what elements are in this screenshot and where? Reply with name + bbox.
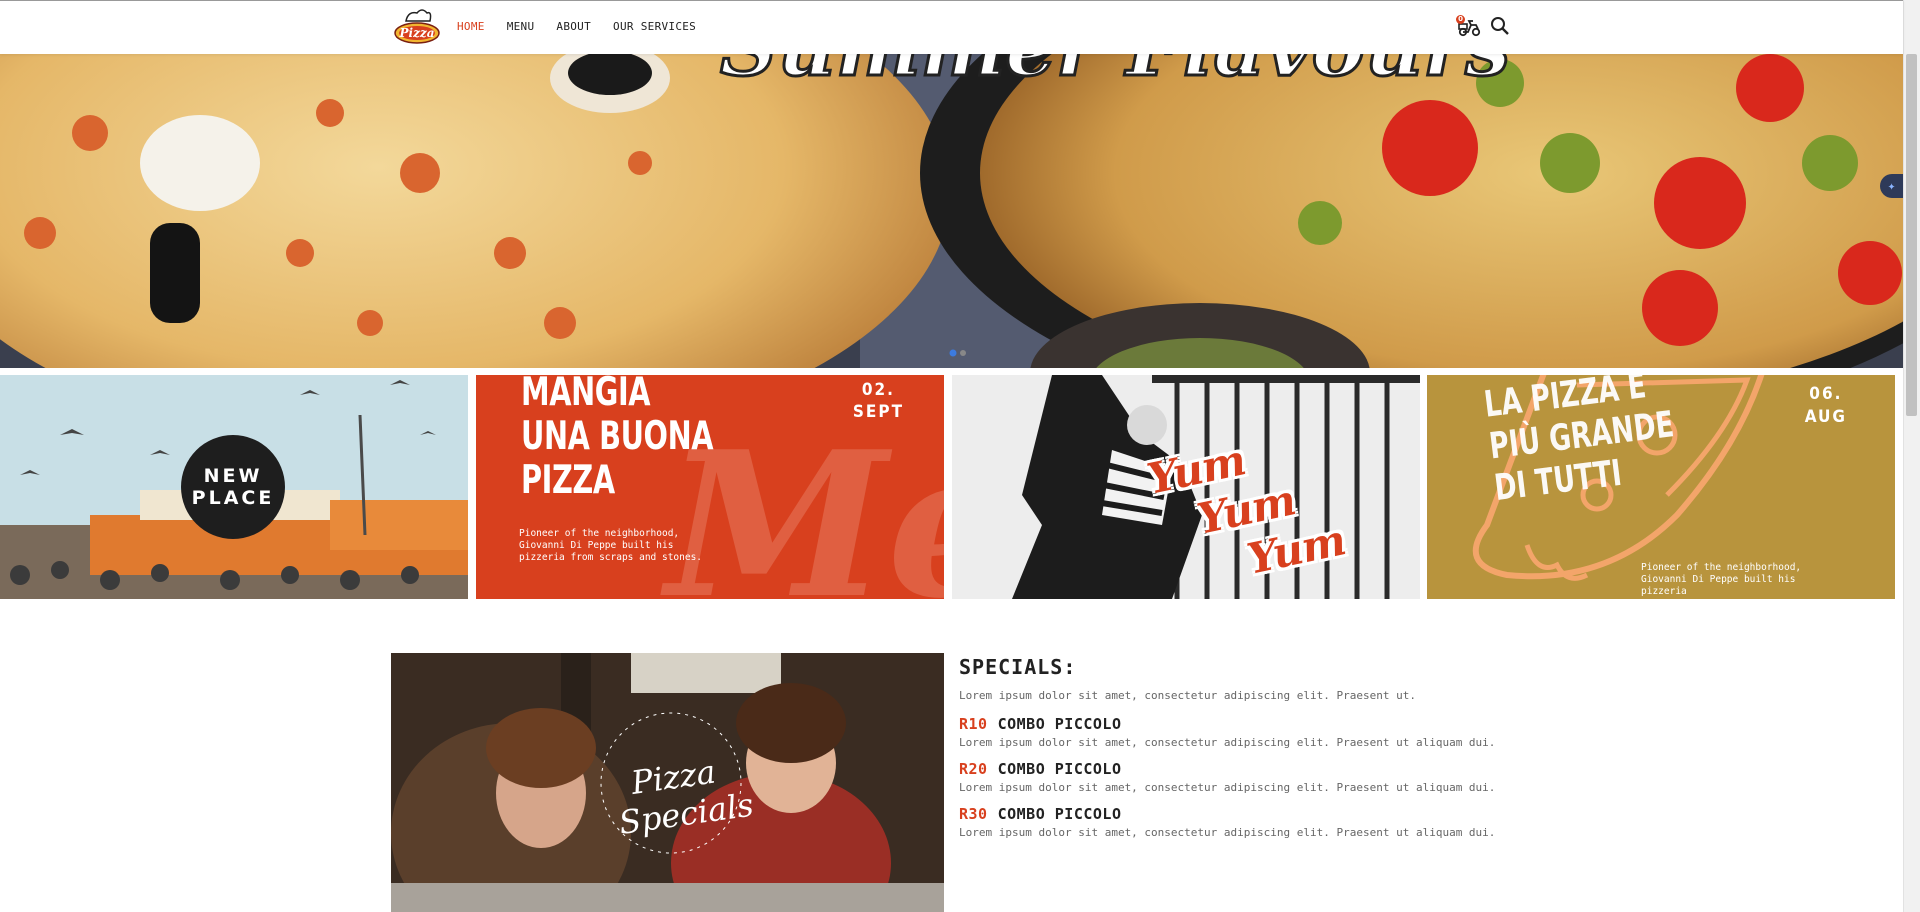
- pizza-logo-icon[interactable]: Pizza: [392, 5, 442, 49]
- special-desc: Lorem ipsum dolor sit amet, consectetur …: [959, 781, 1496, 794]
- main-nav: HOME MENU ABOUT OUR SERVICES: [457, 20, 718, 33]
- cart-count-badge: 0: [1456, 15, 1465, 24]
- svg-text:Pizza: Pizza: [399, 26, 435, 40]
- new-place-badge: NEW PLACE: [181, 435, 285, 539]
- specials-intro: Lorem ipsum dolor sit amet, consectetur …: [959, 689, 1416, 702]
- special-desc: Lorem ipsum dolor sit amet, consectetur …: [959, 736, 1496, 749]
- special-item: R30 COMBO PICCOLO Lorem ipsum dolor sit a…: [959, 804, 1659, 841]
- mangia-title-line3: PIZZA: [521, 458, 615, 503]
- mangia-title-line1: MANGIA: [521, 375, 651, 415]
- special-item: R20 COMBO PICCOLO Lorem ipsum dolor sit a…: [959, 759, 1659, 796]
- promo-tile-yum[interactable]: Yum Yum Yum: [952, 375, 1420, 599]
- mangia-title-line2: UNA BUONA: [521, 414, 714, 459]
- scrollbar-thumb[interactable]: [1906, 54, 1917, 416]
- mangia-date-month: SEPT: [852, 402, 904, 422]
- special-price: R30: [959, 805, 988, 823]
- special-item: R10 COMBO PICCOLO Lorem ipsum dolor sit a…: [959, 714, 1659, 751]
- promo-tile-new-place[interactable]: NEW PLACE: [0, 375, 468, 599]
- nav-home[interactable]: HOME: [457, 20, 485, 33]
- nav-menu[interactable]: MENU: [507, 20, 535, 33]
- new-place-line1: NEW: [203, 465, 263, 487]
- hero-banner-text: Summer Flavours: [720, 53, 1510, 94]
- top-navbar: Pizza HOME MENU ABOUT OUR SERVICES 0: [0, 0, 1903, 54]
- new-place-line2: PLACE: [191, 487, 275, 509]
- mangia-title: MANGIA UNA BUONA PIZZA: [521, 375, 714, 503]
- mangia-date-day: 02.: [861, 380, 895, 400]
- scooter-cart-icon[interactable]: 0: [1456, 15, 1482, 37]
- special-name: COMBO PICCOLO: [997, 715, 1122, 733]
- promo-tile-la-pizza[interactable]: LA PIZZA E PIÙ GRANDE DI TUTTI 06. AUG P…: [1427, 375, 1895, 599]
- search-icon[interactable]: [1490, 16, 1510, 36]
- specials-heading: SPECIALS:: [959, 655, 1077, 679]
- nav-our-services[interactable]: OUR SERVICES: [613, 20, 696, 33]
- mangia-date: 02. SEPT: [853, 379, 904, 423]
- hero-pizza-image: Summer Flavours: [0, 53, 1903, 368]
- la-pizza-date-day: 06.: [1809, 384, 1843, 404]
- la-pizza-text: Pioneer of the neighborhood, Giovanni Di…: [1641, 562, 1802, 597]
- mangia-text: Pioneer of the neighborhood, Giovanni Di…: [519, 528, 703, 563]
- special-price: R20: [959, 760, 988, 778]
- la-pizza-date: 06. AUG: [1805, 383, 1847, 429]
- special-name: COMBO PICCOLO: [997, 805, 1122, 823]
- ai-assistant-icon[interactable]: ✦: [1880, 174, 1903, 198]
- hero-banner: Summer Flavours: [0, 53, 1903, 368]
- special-name: COMBO PICCOLO: [997, 760, 1122, 778]
- pizza-specials-image: Pizza Specials: [391, 653, 944, 912]
- la-pizza-date-month: AUG: [1804, 407, 1847, 427]
- special-price: R10: [959, 715, 988, 733]
- special-desc: Lorem ipsum dolor sit amet, consectetur …: [959, 826, 1496, 839]
- promo-tile-mangia[interactable]: Me MANGIA UNA BUONA PIZZA 02. SEPT Pione…: [476, 375, 944, 599]
- la-pizza-title: LA PIZZA E PIÙ GRANDE DI TUTTI: [1482, 375, 1681, 510]
- specials-list: SPECIALS: Lorem ipsum dolor sit amet, co…: [959, 655, 1659, 849]
- nav-about[interactable]: ABOUT: [556, 20, 591, 33]
